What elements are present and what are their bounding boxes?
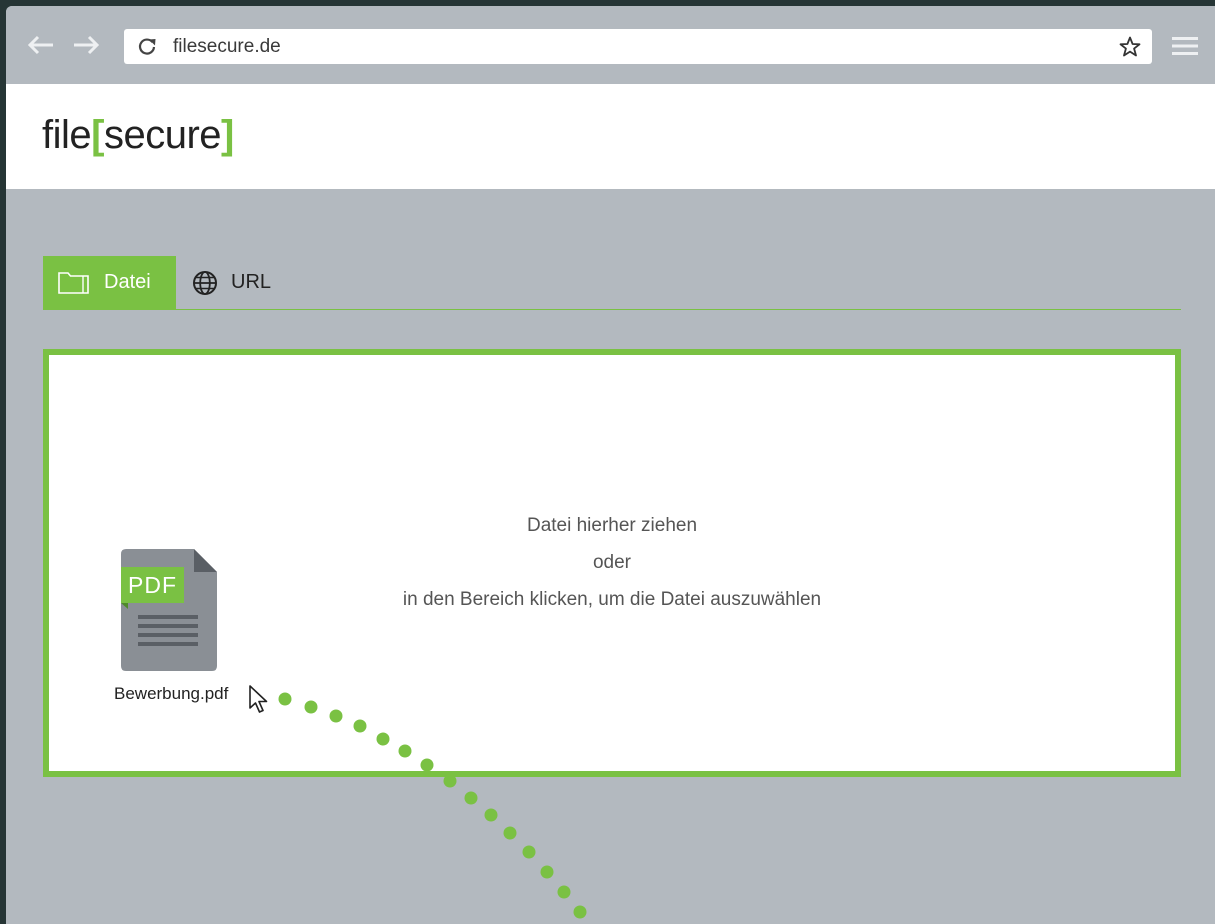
url-text[interactable]: filesecure.de — [173, 29, 281, 64]
logo-prefix: file — [42, 113, 92, 157]
pdf-type-label: PDF — [121, 567, 184, 603]
file-name: Bewerbung.pdf — [114, 684, 229, 703]
folder-icon — [58, 271, 89, 294]
back-button[interactable] — [26, 30, 56, 60]
tab-url-label: URL — [231, 271, 272, 293]
browser-toolbar: filesecure.de — [6, 6, 1215, 84]
drag-path-dot — [503, 826, 517, 840]
browser-window: filesecure.de file[secure] Datei URL Dat… — [6, 6, 1215, 924]
drag-path-dot — [522, 845, 536, 859]
logo-close-bracket: ] — [221, 113, 234, 157]
tab-datei[interactable]: Datei — [43, 256, 176, 309]
address-bar[interactable]: filesecure.de — [124, 29, 1152, 64]
drag-path-dot — [540, 865, 554, 879]
mouse-cursor-icon — [249, 685, 268, 713]
upload-tabs: Datei URL — [43, 256, 1181, 310]
drag-path-dot — [573, 905, 587, 919]
dragged-file[interactable]: PDF Bewerbung.pdf — [114, 549, 244, 719]
globe-icon — [193, 270, 217, 295]
filesecure-logo[interactable]: file[secure] — [42, 109, 234, 161]
tab-url[interactable]: URL — [192, 256, 302, 309]
reload-icon[interactable] — [136, 36, 158, 58]
star-icon[interactable] — [1118, 35, 1142, 59]
logo-open-bracket: [ — [91, 113, 104, 157]
drag-path-dot — [464, 791, 478, 805]
drag-path-dot — [557, 885, 571, 899]
tab-datei-label: Datei — [104, 271, 151, 293]
hamburger-menu-icon[interactable] — [1170, 34, 1200, 58]
arrow-right-icon — [74, 35, 100, 55]
logo-word: secure — [103, 113, 222, 157]
arrow-left-icon — [27, 35, 53, 55]
forward-button[interactable] — [71, 30, 101, 60]
drag-path-dot — [484, 808, 498, 822]
drop-instruction-line1: Datei hierher ziehen — [526, 515, 698, 536]
site-header: file[secure] — [6, 84, 1215, 189]
